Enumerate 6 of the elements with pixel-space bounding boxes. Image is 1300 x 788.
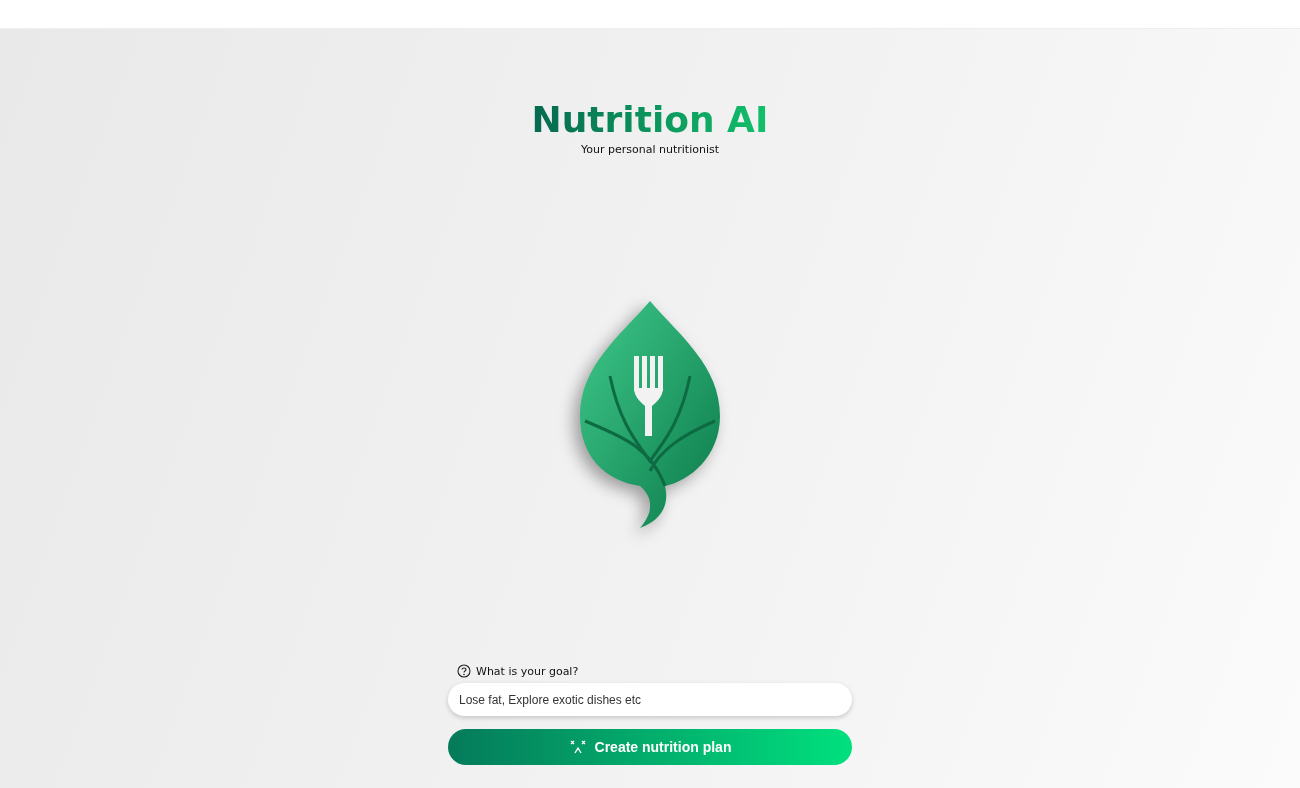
goal-label: What is your goal? (476, 664, 579, 678)
help-icon (457, 664, 471, 678)
sparkle-icon (568, 740, 587, 754)
create-plan-button[interactable]: Create nutrition plan (448, 729, 852, 765)
app-subtitle: Your personal nutritionist (581, 143, 719, 156)
goal-input-field[interactable]: Lose fat, Explore exotic dishes etc (448, 683, 852, 716)
